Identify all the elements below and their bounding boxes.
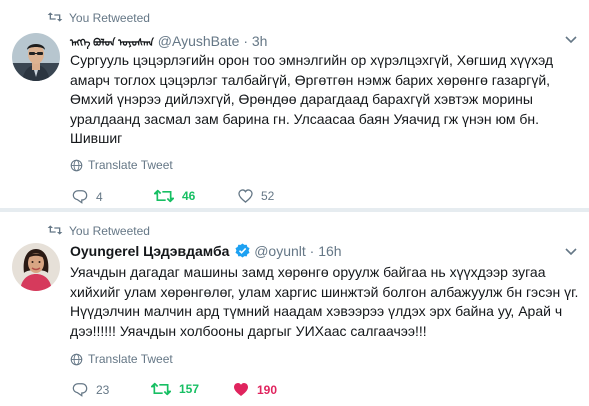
display-name[interactable]: Oyungerel Цэдэвдамба <box>70 243 229 259</box>
reply-icon <box>72 383 88 397</box>
retweet-icon <box>154 189 174 203</box>
tweet-timestamp[interactable]: 16h <box>318 243 341 259</box>
reply-icon <box>72 190 88 204</box>
tweet-text-line: Шившиг <box>70 130 123 146</box>
retweet-label: You Retweeted <box>69 11 150 25</box>
avatar[interactable] <box>12 33 60 81</box>
retweet-count: 46 <box>182 189 196 203</box>
tweet-text-line: Сургууль цэцэрлэгийн орон тоо эмнэлгийн … <box>70 52 554 68</box>
heart-icon <box>238 189 253 203</box>
like-count: 190 <box>257 382 278 397</box>
chevron-down-icon[interactable] <box>565 248 577 256</box>
retweet-indicator-icon <box>47 12 63 22</box>
separator-dot: · <box>243 33 248 49</box>
tweet-item[interactable]: You Retweeted Oyungerel Цэдэвдамба @oyun… <box>0 212 589 406</box>
tweet-text-line: уралдаанд засмал зам барина гн. Улсаасаа… <box>70 110 540 127</box>
chevron-down-icon[interactable] <box>565 36 577 44</box>
like-button[interactable]: 52 <box>238 189 274 203</box>
translate-label: Translate Tweet <box>88 158 173 172</box>
separator-dot: · <box>309 243 315 259</box>
tweet-item[interactable]: You Retweeted ᠡᠩᠬᠡ ᠪᠣᠯᠳ ᠤᠶᠤᠰᠬᠠ @AyushBat… <box>0 0 589 209</box>
tweet-text: Сургууль цэцэрлэгийн орон тоо эмнэлгийн … <box>70 51 575 149</box>
globe-icon <box>70 159 83 171</box>
avatar[interactable] <box>12 243 60 291</box>
reply-count: 4 <box>96 189 103 204</box>
tweet-text-line: хийхийг улам хөрөнгөлөг, улам харгис шин… <box>70 283 579 300</box>
user-handle[interactable]: @AyushBate <box>158 33 240 49</box>
tweet-actions: 4 46 52 <box>70 189 470 205</box>
reply-button[interactable]: 4 <box>72 189 103 204</box>
retweet-label: You Retweeted <box>69 224 150 238</box>
retweet-button[interactable]: 46 <box>154 189 195 203</box>
verified-badge-icon <box>235 243 250 258</box>
tweet-text-line: Уяачдын дагадаг машины замд хөрөнгө оруу… <box>70 264 546 280</box>
reply-count: 23 <box>96 382 110 397</box>
like-count: 52 <box>261 189 275 203</box>
like-button[interactable]: 190 <box>233 382 277 397</box>
translate-tweet-link[interactable]: Translate Tweet <box>70 352 173 366</box>
retweet-icon <box>151 382 171 396</box>
retweet-button[interactable]: 157 <box>151 382 199 396</box>
tweet-header: ᠡᠩᠬᠡ ᠪᠣᠯᠳ ᠤᠶᠤᠰᠬᠠ @AyushBate · 3h <box>70 31 267 49</box>
tweet-text: Уяачдын дагадаг машины замд хөрөнгө оруу… <box>70 263 579 341</box>
reply-button[interactable]: 23 <box>72 382 109 397</box>
globe-icon <box>70 353 83 365</box>
user-handle[interactable]: @oyunlt <box>254 243 306 259</box>
tweet-text-line: Өмхий үнэрээ дийлэхгүй, Өрөндөө дарагдаа… <box>70 91 533 107</box>
translate-label: Translate Tweet <box>88 352 173 366</box>
tweet-text-line: дээ!!!!!! Уяачдын холбооны даргыг УИХаас… <box>70 322 427 339</box>
tweet-text-line: амарч тоглох цэцэрлэг талбайгүй, Өргөтгө… <box>70 71 551 88</box>
tweet-text-line: Нүүдэлчин малчин ард түмний наадам хэвээ… <box>70 303 563 319</box>
heart-filled-icon <box>234 383 248 396</box>
retweet-indicator-icon <box>47 225 63 235</box>
display-name[interactable]: ᠡᠩᠬᠡ ᠪᠣᠯᠳ ᠤᠶᠤᠰᠬᠠ <box>70 38 154 49</box>
tweet-actions: 23 157 190 <box>70 382 470 398</box>
tweet-timestamp[interactable]: 3h <box>252 33 268 49</box>
translate-tweet-link[interactable]: Translate Tweet <box>70 158 173 172</box>
tweet-header: Oyungerel Цэдэвдамба @oyunlt · 16h <box>70 243 342 259</box>
retweet-count: 157 <box>179 382 200 396</box>
